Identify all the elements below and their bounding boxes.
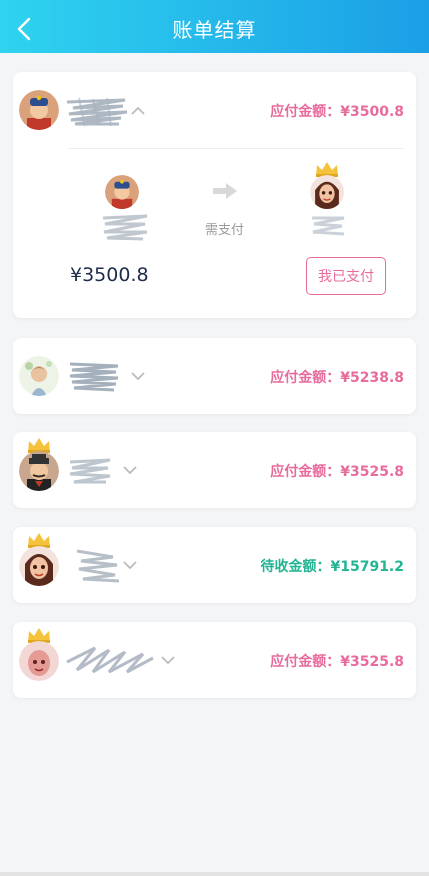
i-have-paid-button[interactable]: 我已支付 <box>306 257 386 295</box>
payment-amount: ¥3500.8 <box>70 264 149 286</box>
chevron-up-icon[interactable] <box>131 106 145 116</box>
bill-card-header[interactable]: 应付金额：¥5238.8 <box>13 338 416 414</box>
chevron-down-icon[interactable] <box>161 655 175 665</box>
user-name-redacted <box>65 96 129 127</box>
chevron-down-icon[interactable] <box>123 465 137 475</box>
bill-card-header[interactable]: 应付金额：¥3525.8 <box>13 622 416 698</box>
amount-due-label: 应付金额：¥5238.8 <box>270 370 404 386</box>
amount-receivable-label: 待收金额：¥15791.2 <box>260 559 404 575</box>
bill-card-5: 应付金额：¥3525.8 <box>13 622 416 698</box>
page-title: 账单结算 <box>172 18 257 42</box>
avatar <box>19 356 59 396</box>
arrow-right-icon <box>212 182 238 200</box>
bottom-divider <box>0 872 429 876</box>
divider <box>68 148 404 149</box>
user-name-redacted <box>65 642 155 674</box>
amount-due-label: 应付金额：¥3525.8 <box>270 464 404 480</box>
top-bar: 账单结算 <box>0 0 429 53</box>
bill-card-3: 应付金额：¥3525.8 <box>13 432 416 508</box>
bill-card-header[interactable]: 待收金额：¥15791.2 <box>13 527 416 603</box>
payee-name-redacted <box>310 212 346 242</box>
payer-name-redacted <box>101 212 149 242</box>
avatar <box>19 641 59 681</box>
chevron-down-icon[interactable] <box>123 560 137 570</box>
avatar <box>19 90 59 130</box>
bill-card-header[interactable]: 应付金额：¥3525.8 <box>13 432 416 508</box>
amount-due-label: 应付金额：¥3525.8 <box>270 654 404 670</box>
bill-card-2: 应付金额：¥5238.8 <box>13 338 416 414</box>
user-name-redacted <box>73 547 121 583</box>
payer-avatar <box>105 175 139 209</box>
avatar <box>19 451 59 491</box>
amount-due-label: 应付金额：¥3500.8 <box>270 104 404 120</box>
bill-card-header[interactable]: 应付金额：¥3500.8 <box>13 72 416 148</box>
bill-card-1: 应付金额：¥3500.8 需支付 ¥3500.8 我已支付 <box>13 72 416 318</box>
need-pay-label: 需支付 <box>205 223 245 238</box>
chevron-down-icon[interactable] <box>131 371 145 381</box>
avatar <box>19 546 59 586</box>
user-name-redacted <box>68 456 112 486</box>
payee-avatar <box>310 175 344 209</box>
user-name-redacted <box>68 360 120 392</box>
bill-card-4: 待收金额：¥15791.2 <box>13 527 416 603</box>
